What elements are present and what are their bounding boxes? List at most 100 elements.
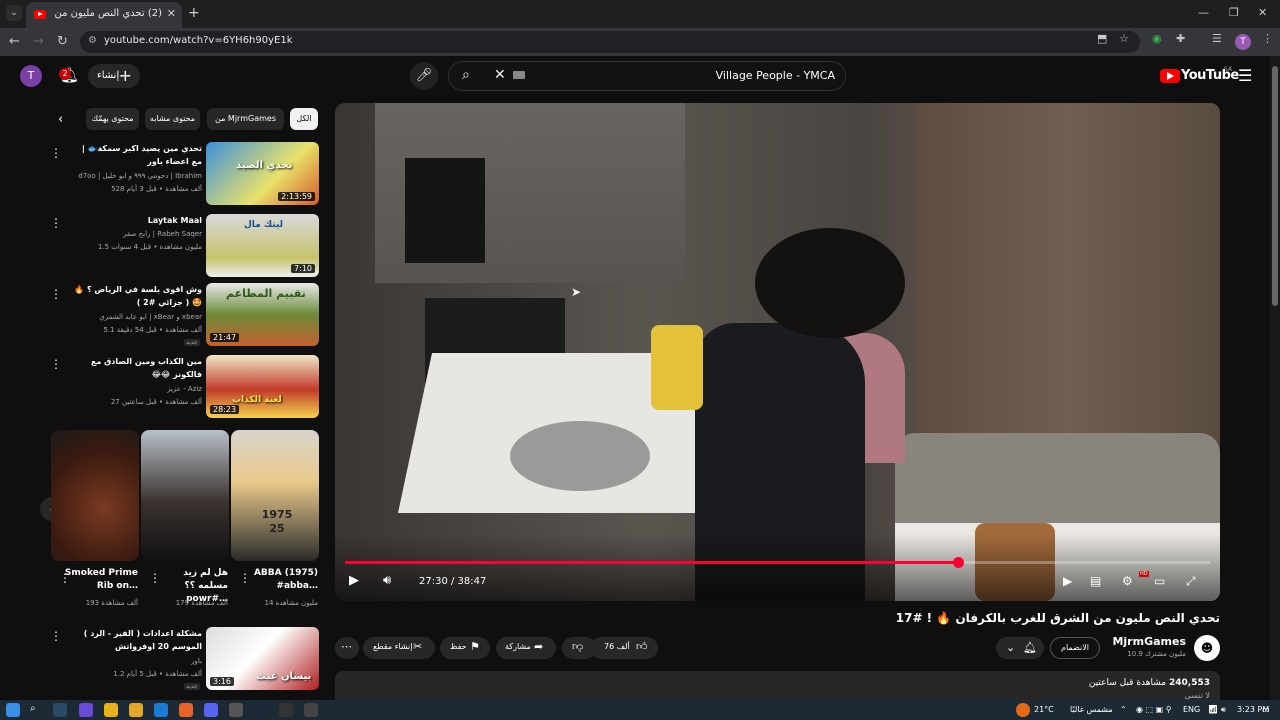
weather-icon[interactable] [1016, 703, 1030, 717]
create-button[interactable]: إنشاء + [88, 64, 140, 88]
play-icon[interactable]: ▶ [349, 573, 359, 588]
tab-search-button[interactable]: ⌄ [6, 5, 22, 21]
restore-icon[interactable]: ❐ [1229, 6, 1239, 19]
settings-gear-icon[interactable]: ⚙ [1122, 574, 1133, 588]
short-thumbnail[interactable] [51, 430, 139, 561]
fullscreen-icon[interactable]: ⤢ [1186, 574, 1196, 589]
save-button[interactable]: حفظ ⚑ [440, 637, 490, 659]
tray-icons[interactable]: ◉ ⬚ ▣ ⚲ [1136, 705, 1172, 714]
related-channel[interactable]: باور [50, 657, 202, 665]
more-actions-button[interactable]: ⋯ [335, 637, 359, 659]
chip-related[interactable]: محتوى مشابه [145, 108, 200, 130]
volume-icon[interactable]: 🔊︎ [383, 573, 391, 588]
notifications-icon[interactable]: ▭ [1262, 705, 1270, 714]
tray-chevron-icon[interactable]: ⌃ [1120, 705, 1127, 714]
search-input[interactable]: ⌕ ✕ Village People - YMCA [448, 61, 846, 91]
account-avatar[interactable]: T [20, 65, 42, 87]
short-title[interactable]: ABBA (1975) #abba… [242, 567, 318, 593]
video-player[interactable]: ➤ ▶ 🔊︎ 27:30 / 38:47 ▶ ▤ ⚙ HD ▭ ⤢ [335, 103, 1220, 601]
scrollbar-thumb[interactable] [1272, 66, 1278, 306]
clear-search-icon[interactable]: ✕ [494, 67, 506, 83]
guide-menu-icon[interactable]: ☰ [1238, 66, 1252, 85]
discord-icon[interactable] [204, 703, 218, 717]
channel-name[interactable]: MjrmGames [1112, 635, 1186, 648]
app-icon[interactable] [304, 703, 318, 717]
extension-icon[interactable]: ◉ [1152, 32, 1162, 45]
omnibox[interactable]: ⚙ youtube.com/watch?v=6YH6h90yE1k [80, 31, 1140, 53]
site-info-icon[interactable]: ⚙ [88, 35, 97, 46]
search-query-text[interactable]: Village People - YMCA [716, 69, 835, 82]
minimize-icon[interactable]: — [1198, 6, 1209, 19]
more-vert-icon[interactable]: ⋮ [149, 571, 161, 585]
channel-avatar[interactable]: ☻ [1194, 635, 1220, 661]
forward-arrow-icon[interactable]: → [33, 34, 44, 49]
search-icon[interactable]: ⌕ [462, 67, 470, 83]
more-vert-icon[interactable]: ⋮ [50, 287, 62, 301]
related-title[interactable]: وش اقوى بلسة في الرياض ؟ 🔥🤩 ( جزائي #2 ) [72, 283, 202, 309]
new-tab-button[interactable]: + [188, 5, 200, 21]
taskbar-search-icon[interactable]: ⌕ [30, 703, 36, 714]
more-vert-icon[interactable]: ⋮ [50, 629, 62, 643]
input-language[interactable]: ENG [1183, 705, 1200, 714]
weather-text[interactable]: مشمس غالبًا [1070, 705, 1113, 714]
subtitles-icon[interactable]: ▤ [1090, 574, 1101, 588]
related-title[interactable]: Laytak Maal [72, 214, 202, 227]
short-title[interactable]: Smoked Prime Rib on… [62, 567, 138, 593]
dislike-button[interactable]: 👎︎ [562, 637, 596, 659]
related-channel[interactable]: d7oo | دحومي ٩٩٩ و ابو خليل | Ibrahim [50, 172, 202, 180]
short-thumbnail[interactable] [141, 430, 229, 561]
close-window-icon[interactable]: ✕ [1258, 6, 1267, 19]
video-thumbnail[interactable]: بيسان عبث 3:16 [206, 627, 319, 690]
bookmark-star-icon[interactable]: ☆ [1119, 32, 1129, 45]
more-vert-icon[interactable]: ⋮ [50, 216, 62, 230]
short-thumbnail[interactable]: 1975 25 [231, 430, 319, 561]
youtube-logo-icon[interactable] [1160, 69, 1180, 83]
related-channel[interactable]: ابو عابد الشمري | xBear و xbear [50, 313, 202, 321]
join-button[interactable]: الانضمام [1050, 637, 1100, 659]
related-channel[interactable]: رابح صقر | Rabeh Saqer [50, 230, 202, 238]
video-thumbnail[interactable]: تقييم المطاعم 21:47 [206, 283, 319, 346]
subscribed-bell-button[interactable]: ⌄ 🔔︎ [996, 637, 1044, 659]
weather-temp[interactable]: 21°C [1034, 705, 1054, 714]
more-vert-icon[interactable]: ⋮ [59, 571, 71, 585]
chrome-menu-icon[interactable]: ⋮ [1262, 32, 1273, 45]
related-title[interactable]: مين الكذاب ومين الصادق مع فالكونز 😂😂 [72, 355, 202, 381]
close-tab-icon[interactable]: ✕ [167, 7, 176, 20]
related-video[interactable]: ليتك مال 7:10 Laytak Maal رابح صقر | Rab… [50, 214, 320, 280]
file-explorer-icon[interactable] [129, 703, 143, 717]
related-title[interactable]: مشكلة اعدادات ( الفير - الرد ) الموسم 20… [72, 627, 202, 653]
related-title[interactable]: تحدي مين يصيد اكبر سمكة🐟 | مع اعضاء باور [72, 142, 202, 168]
chip-all[interactable]: الكل [290, 108, 318, 130]
wifi-volume-icon[interactable]: 📶︎ 🔊︎ [1208, 705, 1226, 715]
share-button[interactable]: مشاركة ➦ [496, 637, 556, 659]
related-video[interactable]: تقييم المطاعم 21:47 وش اقوى بلسة في الري… [50, 283, 320, 349]
steam-icon[interactable] [254, 703, 268, 717]
chrome-taskbar-icon[interactable] [104, 703, 118, 717]
back-arrow-icon[interactable]: ← [9, 34, 20, 49]
voice-search-mic-icon[interactable]: 🎤︎ [410, 62, 438, 90]
more-vert-icon[interactable]: ⋮ [239, 571, 251, 585]
more-vert-icon[interactable]: ⋮ [50, 146, 62, 160]
browser-tab[interactable]: (2) تحدي النص مليون من الشرق ✕ [26, 2, 182, 28]
video-thumbnail[interactable]: لعبة الكذاب 28:23 [206, 355, 319, 418]
chip-from-channel[interactable]: من MjrmGames [207, 108, 284, 130]
task-view-icon[interactable] [53, 703, 67, 717]
reload-icon[interactable]: ↻ [57, 34, 68, 49]
app-icon[interactable] [179, 703, 193, 717]
url-text[interactable]: youtube.com/watch?v=6YH6h90yE1k [104, 35, 293, 46]
theater-mode-icon[interactable]: ▭ [1154, 574, 1165, 588]
profile-avatar[interactable]: T [1235, 34, 1251, 50]
chip-for-you[interactable]: محتوى يهمّك [86, 108, 139, 130]
miniplayer-icon[interactable]: ▶ [1063, 574, 1072, 588]
windows-start-icon[interactable] [6, 703, 20, 717]
video-thumbnail[interactable]: ليتك مال 7:10 [206, 214, 319, 277]
like-button[interactable]: 76 ألف 👍︎ [590, 637, 658, 659]
related-channel[interactable]: عزيز - Aziz [50, 385, 202, 393]
related-video[interactable]: لعبة الكذاب 28:23 مين الكذاب ومين الصادق… [50, 355, 320, 421]
chips-prev-icon[interactable]: ‹ [58, 112, 63, 127]
clip-button[interactable]: إنشاء مقطع ✂ [363, 637, 435, 659]
edge-icon[interactable] [154, 703, 168, 717]
extensions-puzzle-icon[interactable]: ✚ [1176, 32, 1185, 45]
copilot-icon[interactable] [79, 703, 93, 717]
related-video[interactable]: بيسان عبث 3:16 مشكلة اعدادات ( الفير - ا… [50, 627, 320, 693]
